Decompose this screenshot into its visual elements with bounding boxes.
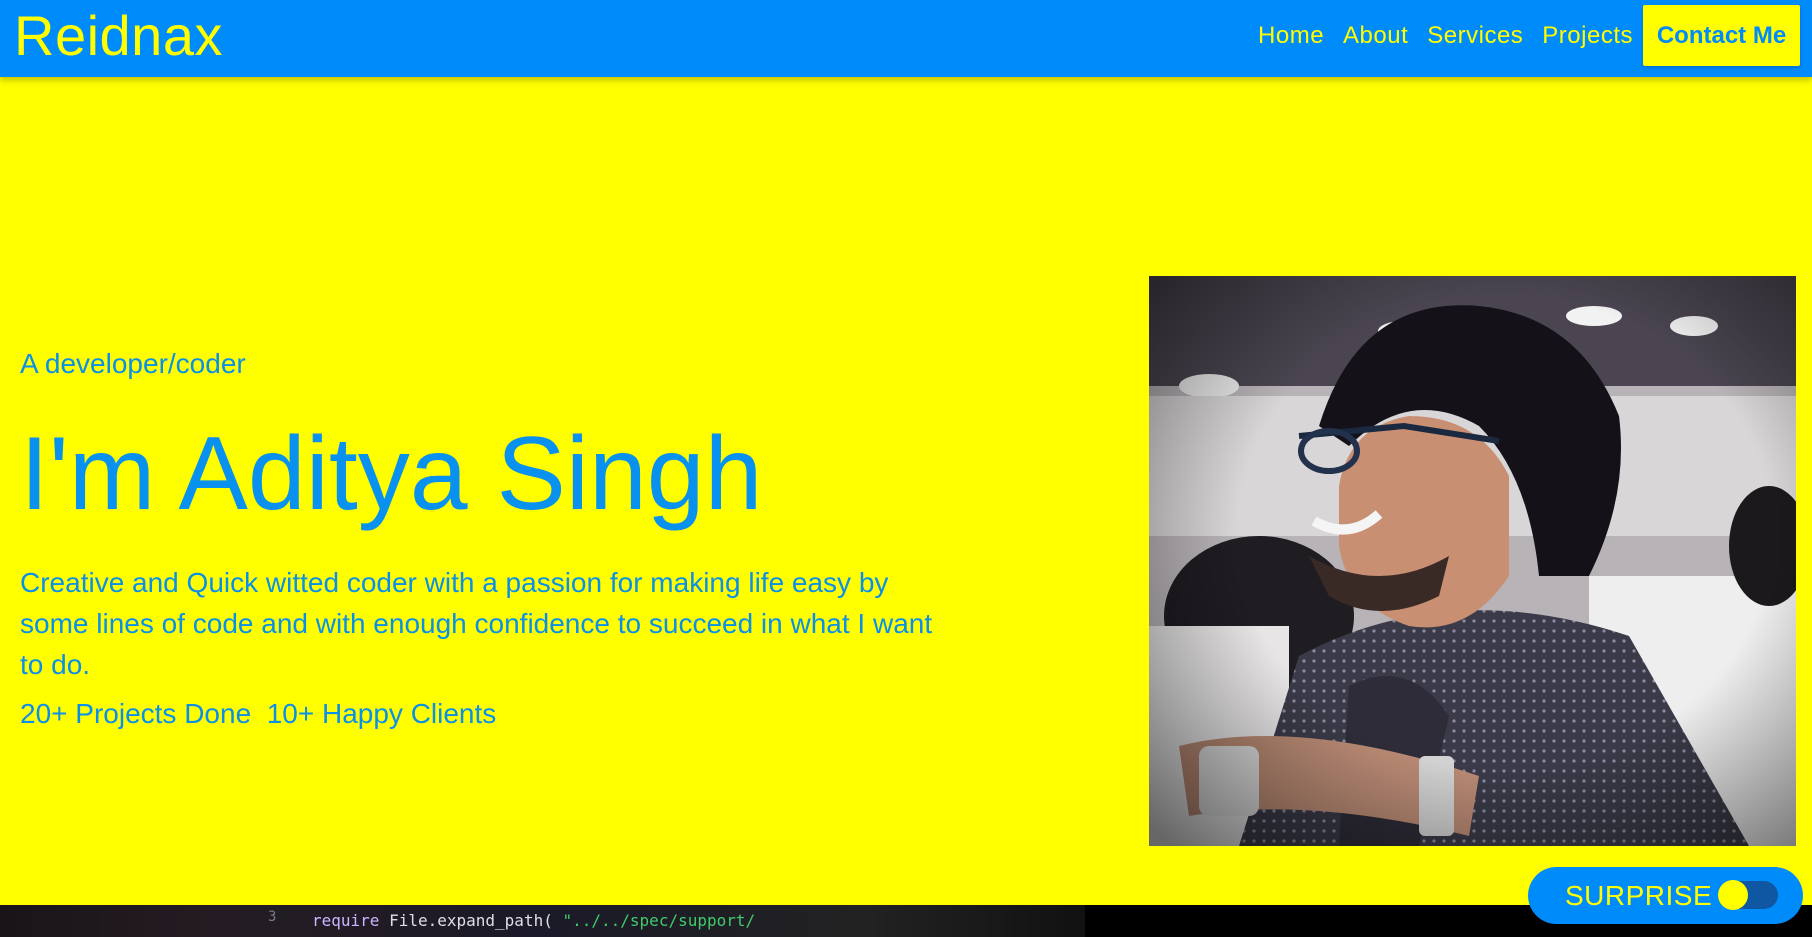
profile-photo — [1149, 276, 1796, 846]
toggle-knob — [1718, 880, 1748, 910]
surprise-toggle-button[interactable]: SURPRISE — [1528, 867, 1803, 924]
brand-logo[interactable]: Reidnax — [14, 4, 223, 68]
navbar: Reidnax Home About Services Projects Con… — [0, 0, 1812, 77]
code-string: "../../spec/support/ — [562, 911, 756, 930]
nav-link-projects[interactable]: Projects — [1542, 22, 1633, 50]
contact-me-button[interactable]: Contact Me — [1643, 5, 1800, 66]
nav-link-about[interactable]: About — [1343, 22, 1408, 50]
profile-photo-illustration — [1149, 276, 1796, 846]
hero-name-heading: I'm Aditya Singh — [20, 416, 763, 532]
nav-link-home[interactable]: Home — [1258, 22, 1324, 50]
code-background-image: 3 require File.expand_path( "../../spec/… — [0, 905, 1085, 937]
code-text: File.expand_path( — [389, 911, 553, 930]
hero-stats: 20+ Projects Done 10+ Happy Clients — [20, 698, 497, 729]
code-line: require File.expand_path( "../../spec/su… — [312, 911, 755, 930]
hero-bio: Creative and Quick witted coder with a p… — [20, 567, 933, 680]
nav-links: Home About Services Projects Contact Me — [1258, 5, 1800, 66]
code-line-number: 3 — [268, 909, 277, 925]
code-keyword: require — [312, 911, 380, 930]
hero-subtitle: A developer/coder — [20, 348, 246, 379]
nav-link-services[interactable]: Services — [1427, 22, 1523, 50]
surprise-label: SURPRISE — [1565, 879, 1713, 911]
toggle-switch[interactable] — [1718, 880, 1778, 910]
